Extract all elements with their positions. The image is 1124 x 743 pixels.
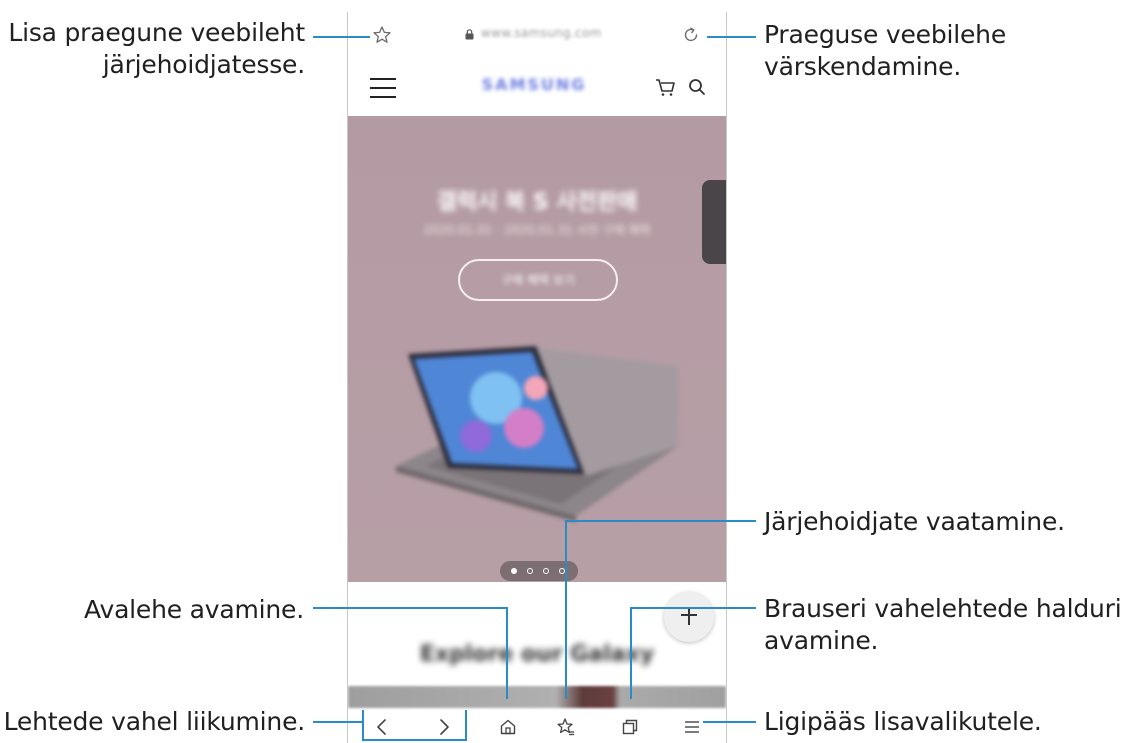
edge-panel-handle[interactable] [702,180,726,264]
callout-more-options-text: Ligipääs lisavalikutele. [764,707,1042,736]
plus-icon [681,609,697,625]
callout-navigate-pages-text: Lehtede vahel liikumine. [3,707,306,736]
hero-cta-label: 구매 혜택 보기 [501,273,575,287]
callout-tabs-manager-line2: avamine. [764,626,879,655]
callout-open-home-text: Avalehe avamine. [84,595,304,624]
callout-navigate-pages: Lehtede vahel liikumine. [0,706,306,738]
carousel-dot[interactable] [543,568,549,574]
star-outline-icon[interactable] [372,25,392,45]
url-bar[interactable]: www.samsung.com [348,12,726,58]
laptop-image [396,346,678,522]
url-text[interactable]: www.samsung.com [481,26,601,40]
callout-refresh: Praeguse veebilehe värskendamine. [764,19,1006,83]
callout-view-bookmarks-text: Järjehoidjate vaatamine. [764,507,1065,536]
home-icon[interactable] [498,717,518,737]
chevron-left-icon[interactable] [372,717,392,737]
floating-add-button[interactable] [664,592,714,642]
carousel-dot[interactable] [559,568,565,574]
callout-tabs-manager-line1: Brauseri vahelehtede halduri [764,594,1122,623]
carousel-indicator[interactable] [500,561,578,581]
callout-open-home: Avalehe avamine. [0,594,304,626]
lock-icon [465,29,474,40]
star-list-icon[interactable] [556,717,576,737]
callout-add-bookmark-line1: Lisa praegune veebileht [8,18,305,47]
menu-lines-icon[interactable] [682,717,702,737]
callout-more-options: Ligipääs lisavalikutele. [764,706,1042,738]
callout-refresh-line2: värskendamine. [764,52,962,81]
site-logo[interactable]: SAMSUNG [476,74,592,96]
content-image-strip [348,686,726,708]
carousel-dot-active[interactable] [511,568,517,574]
callout-add-bookmark-line2: järjehoidjatesse. [102,50,305,79]
phone-screen: www.samsung.com SAMSUNG 갤럭시 북 S 사전판매 202… [347,12,727,743]
tabs-icon[interactable] [620,717,640,737]
hero-cta-button[interactable]: 구매 혜택 보기 [458,259,618,301]
search-icon[interactable] [686,76,708,98]
reload-icon[interactable] [681,25,701,45]
chevron-right-icon[interactable] [434,717,454,737]
callout-view-bookmarks: Järjehoidjate vaatamine. [764,506,1065,538]
hero-title: 갤럭시 북 S 사전판매 [436,190,638,215]
callout-refresh-line1: Praeguse veebilehe [764,20,1007,49]
carousel-dot[interactable] [527,568,533,574]
bottom-toolbar [348,710,726,743]
hero-banner[interactable]: 갤럭시 북 S 사전판매 2020.01.01 - 2020.01.31 사전 … [348,116,726,582]
site-header: SAMSUNG [348,60,726,116]
cart-icon[interactable] [654,76,676,98]
section-title: Explore our Galaxy [419,642,655,667]
callout-tabs-manager: Brauseri vahelehtede halduri avamine. [764,593,1122,657]
hero-subtitle: 2020.01.01 - 2020.01.31 사전 구매 혜택 [423,223,651,237]
hamburger-icon[interactable] [370,78,396,98]
callout-add-bookmark: Lisa praegune veebileht järjehoidjatesse… [0,17,305,81]
